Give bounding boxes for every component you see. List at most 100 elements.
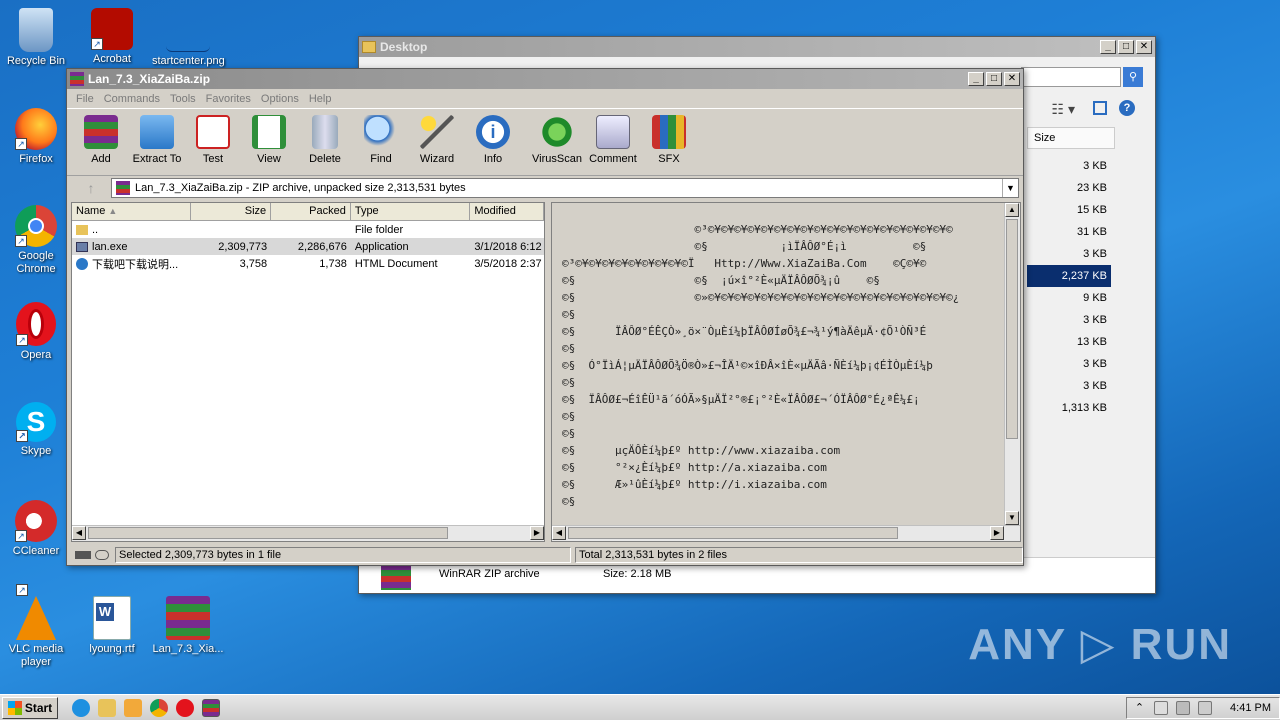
- volume-icon[interactable]: [1198, 700, 1213, 715]
- desktop-icon-lan-zip[interactable]: Lan_7.3_Xia...: [152, 596, 224, 656]
- test-button[interactable]: Test: [185, 113, 241, 171]
- menu-help[interactable]: Help: [304, 93, 337, 105]
- up-folder-icon[interactable]: ↑: [71, 180, 111, 196]
- desktop-icon-skype[interactable]: S ↗ Skype: [0, 402, 72, 458]
- tray-expand-icon[interactable]: ⌃: [1135, 701, 1144, 714]
- desktop-icon-firefox[interactable]: ↗ Firefox: [0, 108, 72, 166]
- view-options-icon[interactable]: ☷ ▾: [1052, 101, 1075, 118]
- maximize-button[interactable]: □: [986, 72, 1002, 86]
- column-name[interactable]: Name ▲: [72, 203, 192, 220]
- desktop-icon-label: VLC media player: [8, 643, 64, 668]
- maximize-button[interactable]: □: [1118, 40, 1134, 54]
- media-player-icon[interactable]: [124, 698, 142, 717]
- desktop-icon-startcenter[interactable]: startcenter.png: [152, 8, 225, 68]
- table-row[interactable]: 下载吧下载说明... 3,758 1,738 HTML Document 3/5…: [72, 255, 544, 272]
- start-button[interactable]: Start: [2, 696, 58, 719]
- table-row-selected[interactable]: lan.exe 2,309,773 2,286,676 Application …: [72, 238, 544, 255]
- file-list[interactable]: Name ▲ Size Packed Type Modified .. File…: [71, 202, 545, 542]
- desktop-icon-ccleaner[interactable]: ↗ CCleaner: [0, 500, 72, 558]
- scroll-thumb[interactable]: [88, 527, 448, 539]
- sfx-box-icon: [652, 115, 686, 149]
- wizard-button[interactable]: Wizard: [409, 113, 465, 171]
- minimize-button[interactable]: _: [1100, 40, 1116, 54]
- file-list-horizontal-scrollbar[interactable]: ◀ ▶: [72, 525, 544, 541]
- sfx-button[interactable]: SFX: [641, 113, 697, 171]
- comment-preview[interactable]: ©³©¥©¥©¥©¥©¥©¥©¥©¥©¥©¥©¥©¥©¥©¥©¥©¥©¥©¥© …: [551, 202, 1021, 542]
- extract-to-button[interactable]: Extract To: [129, 113, 185, 171]
- comment-line: ©³©¥©¥©¥©¥©¥©¥©¥©¥©Ï Http://Www.XiaZaiBa…: [562, 257, 927, 270]
- scroll-right-button[interactable]: ▶: [990, 526, 1004, 540]
- menu-file[interactable]: File: [71, 93, 99, 105]
- desktop-icon-lyoung-rtf[interactable]: W lyoung.rtf: [76, 596, 148, 656]
- scroll-right-button[interactable]: ▶: [530, 526, 544, 540]
- shortcut-arrow-icon: ↗: [16, 430, 28, 442]
- file-explorer-icon[interactable]: [98, 698, 116, 717]
- menu-favorites[interactable]: Favorites: [201, 93, 256, 105]
- find-button[interactable]: Find: [353, 113, 409, 171]
- scroll-down-button[interactable]: ▼: [1005, 511, 1019, 525]
- search-icon[interactable]: ⚲: [1123, 67, 1143, 87]
- archive-path-field[interactable]: Lan_7.3_XiaZaiBa.zip - ZIP archive, unpa…: [111, 178, 1019, 198]
- winrar-taskbar-icon[interactable]: [202, 698, 220, 717]
- desktop-icon-chrome[interactable]: ↗ Google Chrome: [0, 205, 72, 276]
- view-button[interactable]: View: [241, 113, 297, 171]
- column-packed[interactable]: Packed: [271, 203, 351, 220]
- table-row[interactable]: .. File folder: [72, 221, 544, 238]
- drive-icon: [75, 551, 91, 559]
- scroll-left-button[interactable]: ◀: [552, 526, 566, 540]
- trash-icon: [312, 115, 338, 149]
- network-icon[interactable]: [1176, 700, 1191, 715]
- comment-icon: [596, 115, 630, 149]
- size-cell: 3 KB: [1083, 248, 1107, 260]
- explorer-titlebar[interactable]: Desktop _ □ ✕: [359, 37, 1155, 57]
- winrar-window[interactable]: Lan_7.3_XiaZaiBa.zip _ □ ✕ File Commands…: [66, 68, 1024, 566]
- column-type[interactable]: Type: [351, 203, 471, 220]
- desktop-icon-label: Acrobat: [93, 53, 131, 65]
- file-packed: 1,738: [319, 257, 347, 270]
- close-button[interactable]: ✕: [1004, 72, 1020, 86]
- skype-icon: S ↗: [16, 402, 56, 442]
- chevron-down-icon[interactable]: ▼: [1002, 179, 1018, 197]
- zip-icon: [116, 181, 130, 195]
- size-column-header[interactable]: Size: [1027, 127, 1115, 149]
- desktop-icon-vlc[interactable]: ↗ VLC media player: [0, 584, 72, 669]
- desktop-icon-label: Recycle Bin: [6, 55, 66, 67]
- preview-pane-icon[interactable]: [1093, 101, 1107, 115]
- desktop-icon-acrobat[interactable]: ↗ Acrobat: [76, 8, 148, 66]
- minimize-button[interactable]: _: [968, 72, 984, 86]
- opera-icon[interactable]: [176, 698, 194, 717]
- menu-options[interactable]: Options: [256, 93, 304, 105]
- scroll-thumb[interactable]: [1006, 219, 1018, 439]
- add-button[interactable]: Add: [73, 113, 129, 171]
- delete-button[interactable]: Delete: [297, 113, 353, 171]
- info-button[interactable]: i Info: [465, 113, 521, 171]
- internet-explorer-icon[interactable]: [72, 698, 90, 717]
- extract-to-label: Extract To: [132, 153, 182, 165]
- help-icon[interactable]: ?: [1119, 100, 1135, 116]
- size-cell: 23 KB: [1077, 182, 1107, 194]
- virusscan-button[interactable]: VirusScan: [529, 113, 585, 171]
- flag-icon[interactable]: [1154, 700, 1169, 715]
- desktop-icon-recycle-bin[interactable]: Recycle Bin: [0, 8, 72, 68]
- menu-tools[interactable]: Tools: [165, 93, 201, 105]
- comment-button[interactable]: Comment: [585, 113, 641, 171]
- desktop-icon-opera[interactable]: ↗ Opera: [0, 302, 72, 362]
- winrar-titlebar[interactable]: Lan_7.3_XiaZaiBa.zip _ □ ✕: [67, 69, 1023, 89]
- preview-vertical-scrollbar[interactable]: ▲ ▼: [1004, 203, 1020, 525]
- file-type: Application: [354, 240, 409, 253]
- comment-label: Comment: [589, 153, 637, 165]
- menu-commands[interactable]: Commands: [99, 93, 165, 105]
- desktop-icon-label: Opera: [20, 349, 52, 361]
- scroll-up-button[interactable]: ▲: [1005, 203, 1019, 217]
- explorer-search-box[interactable]: [1021, 67, 1121, 87]
- column-modified[interactable]: Modified: [470, 203, 545, 220]
- clock[interactable]: 4:41 PM: [1230, 702, 1271, 714]
- preview-horizontal-scrollbar[interactable]: ◀ ▶: [552, 525, 1020, 541]
- close-button[interactable]: ✕: [1136, 40, 1152, 54]
- column-size[interactable]: Size: [191, 203, 272, 220]
- scroll-left-button[interactable]: ◀: [72, 526, 86, 540]
- wizard-label: Wizard: [419, 153, 455, 165]
- scroll-thumb[interactable]: [568, 527, 898, 539]
- chrome-icon[interactable]: [150, 698, 168, 717]
- recycle-bin-icon: [19, 8, 53, 52]
